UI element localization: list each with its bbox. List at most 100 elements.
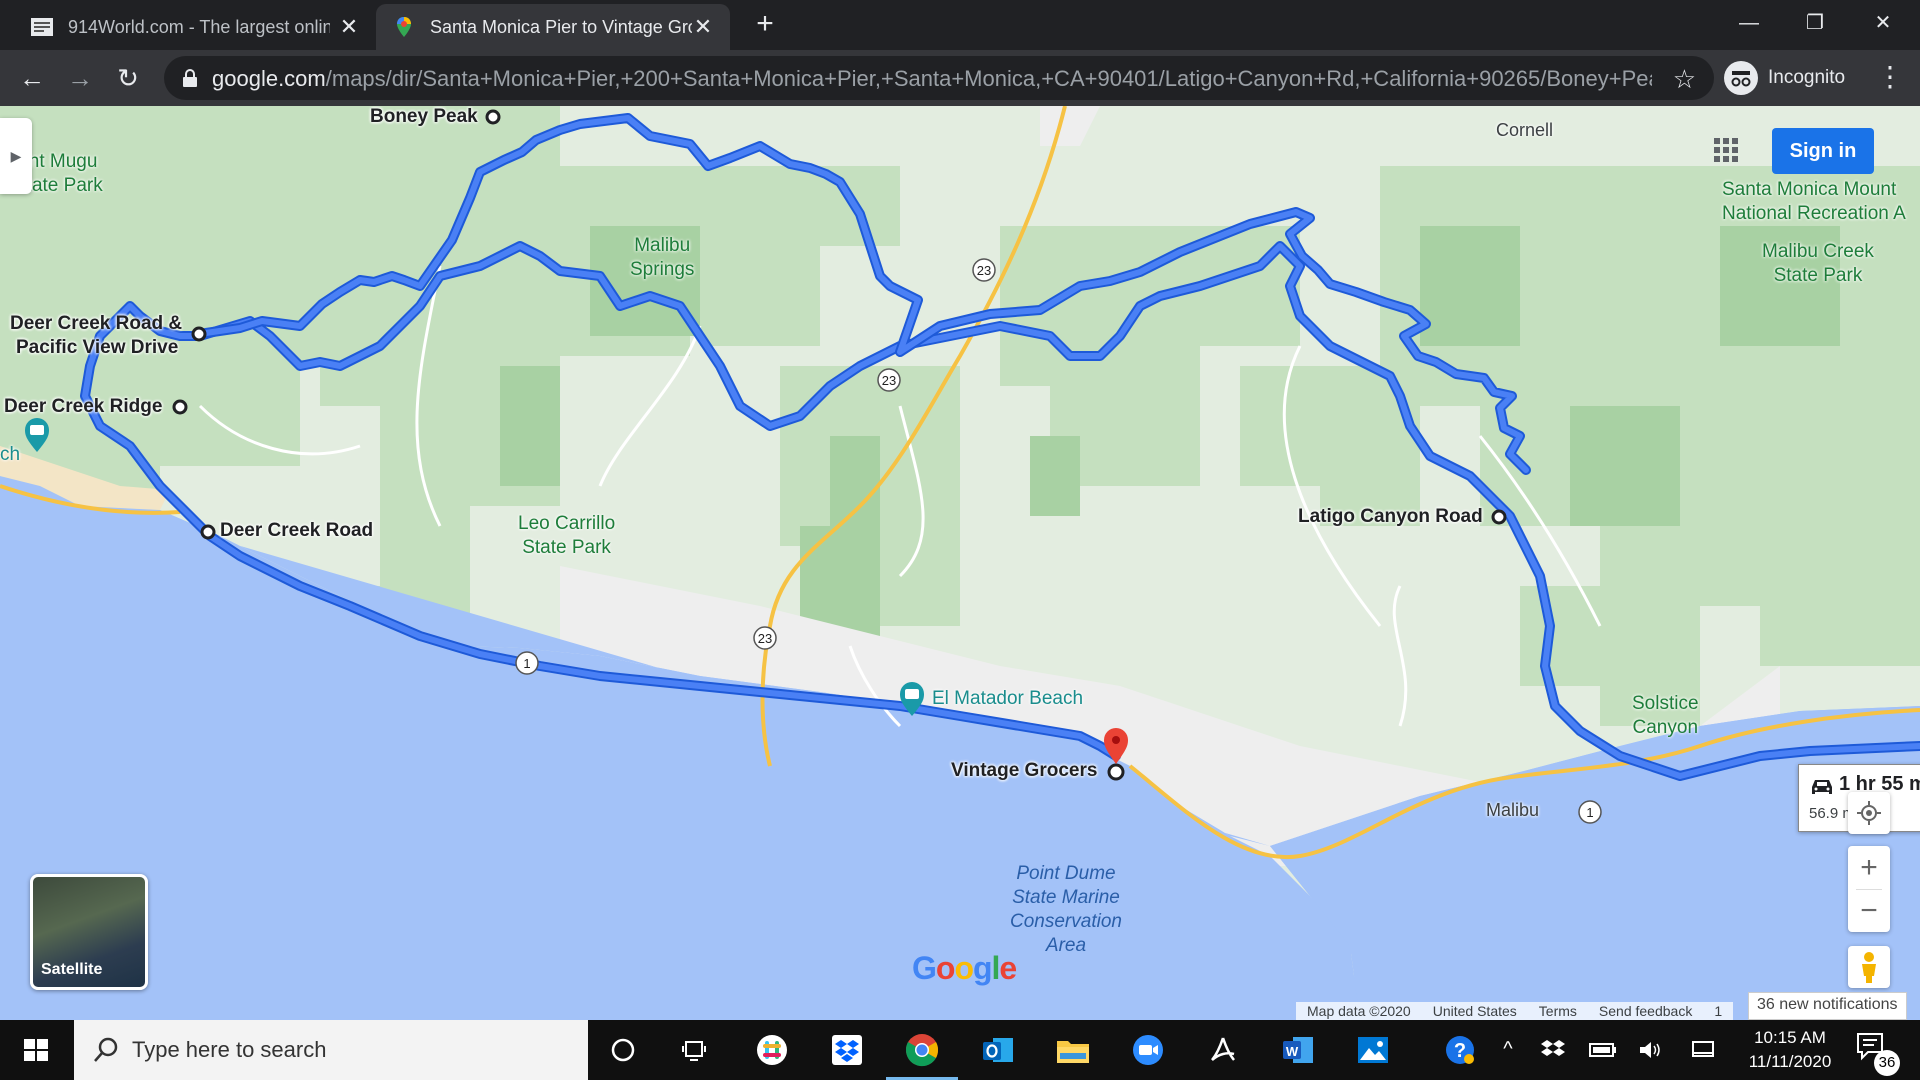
waypoint-marker[interactable] (485, 109, 501, 125)
waypoint-marker[interactable] (191, 326, 207, 342)
show-hidden-icons-chevron-icon[interactable]: ^ (1496, 1038, 1520, 1061)
park-label: Leo Carrillo State Park (518, 512, 615, 560)
url-text[interactable]: google.com/maps/dir/Santa+Monica+Pier,+2… (212, 66, 1652, 92)
map-canvas[interactable]: 23 23 23 1 1 Boney Peak Deer Creek Road … (0, 106, 1920, 1020)
waypoint-marker[interactable] (172, 399, 188, 415)
slack-icon[interactable] (752, 1030, 792, 1070)
maps-favicon-icon (397, 17, 411, 37)
camera-poi-icon[interactable] (25, 418, 49, 452)
waypoint-marker[interactable] (1491, 509, 1507, 525)
waypoint-label[interactable]: Deer Creek Road & Pacific View Drive (10, 312, 182, 360)
google-apps-icon[interactable] (1712, 136, 1740, 164)
start-button[interactable] (0, 1020, 72, 1080)
highway-1-shield-icon: 1 (1578, 800, 1602, 824)
waypoint-markers: 23 23 23 1 1 (25, 109, 1602, 824)
close-tab-icon[interactable]: ✕ (338, 16, 360, 38)
destination-pin-icon[interactable] (1104, 728, 1128, 764)
zoom-out-button[interactable]: − (1848, 889, 1890, 932)
address-bar[interactable]: google.com/maps/dir/Santa+Monica+Pier,+2… (164, 56, 1714, 100)
park-label: Santa Monica Mount National Recreation A (1722, 178, 1906, 226)
chrome-icon[interactable] (902, 1030, 942, 1070)
dropbox-icon[interactable] (827, 1030, 867, 1070)
satellite-toggle[interactable]: Satellite (30, 874, 148, 990)
satellite-label: Satellite (41, 961, 103, 978)
park-label-line: State Park (522, 537, 611, 558)
park-label-line: National Recreation A (1722, 203, 1906, 224)
shield-number: 1 (1586, 805, 1593, 820)
google-logo: Google (912, 950, 1017, 986)
notification-count-badge: 36 (1874, 1050, 1900, 1076)
new-tab-button[interactable]: + (750, 9, 780, 40)
restore-button[interactable]: ❐ (1792, 6, 1838, 40)
waypoint-marker[interactable] (1107, 763, 1125, 781)
close-tab-icon[interactable]: ✕ (692, 16, 714, 38)
bookmark-star-icon[interactable]: ☆ (1673, 64, 1696, 95)
windows-taskbar: Type here to search W ? ^ 10:15 AM 11/11… (0, 1020, 1920, 1080)
incognito-icon (1724, 61, 1758, 95)
display-icon[interactable] (1684, 1030, 1722, 1070)
water-label-line: Conservation (1010, 911, 1122, 932)
tab-strip: 914World.com - The largest onlin ✕ Santa… (0, 0, 1920, 50)
highway-23-shield-icon: 23 (877, 368, 901, 392)
system-clock[interactable]: 10:15 AM 11/11/2020 (1740, 1026, 1840, 1074)
terms-link[interactable]: Terms (1528, 1002, 1588, 1020)
waypoint-label[interactable]: Vintage Grocers (951, 760, 1097, 782)
outlook-icon[interactable] (978, 1030, 1018, 1070)
water-label-line: Area (1045, 935, 1087, 956)
acrobat-icon[interactable] (1203, 1030, 1243, 1070)
volume-icon[interactable] (1632, 1030, 1670, 1070)
waypoint-label[interactable]: Boney Peak (370, 106, 478, 128)
send-feedback-link[interactable]: Send feedback (1588, 1002, 1703, 1020)
place-label-malibu: Malibu (1486, 800, 1540, 820)
place-label-partial: ch (0, 444, 21, 465)
waypoint-label[interactable]: Deer Creek Road (220, 520, 373, 542)
highway-23-shield-icon: 23 (972, 258, 996, 282)
tab-914world[interactable]: 914World.com - The largest onlin ✕ (14, 4, 376, 50)
page-favicon-icon (31, 18, 53, 36)
my-location-button[interactable] (1848, 792, 1890, 834)
back-button[interactable]: ← (16, 62, 48, 94)
close-window-button[interactable]: ✕ (1860, 6, 1906, 40)
url-path: /maps/dir/Santa+Monica+Pier,+200+Santa+M… (325, 66, 1652, 91)
camera-poi-icon[interactable] (900, 682, 924, 716)
reload-button[interactable]: ↻ (112, 62, 144, 94)
marine-area-label: Point Dume State Marine Conservation Are… (1010, 862, 1122, 958)
highway-1-shield-icon: 1 (515, 651, 539, 675)
search-placeholder: Type here to search (132, 1037, 327, 1062)
minimize-button[interactable]: — (1726, 6, 1772, 40)
task-view-icon[interactable] (676, 1030, 716, 1070)
shield-number: 23 (977, 263, 991, 278)
forward-button[interactable]: → (64, 62, 96, 94)
file-explorer-icon[interactable] (1053, 1030, 1093, 1070)
beach-label[interactable]: El Matador Beach (932, 688, 1083, 710)
waypoint-label[interactable]: Deer Creek Ridge (4, 396, 162, 418)
waypoint-marker[interactable] (200, 524, 216, 540)
sign-in-button[interactable]: Sign in (1772, 128, 1874, 174)
cortana-icon[interactable] (603, 1030, 643, 1070)
taskbar-search-box[interactable]: Type here to search (74, 1020, 588, 1080)
svg-text:W: W (1286, 1044, 1299, 1059)
waypoint-label[interactable]: Latigo Canyon Road (1298, 506, 1483, 528)
side-panel-toggle[interactable]: ▶ (0, 118, 32, 194)
tab-google-maps[interactable]: Santa Monica Pier to Vintage Gro ✕ (376, 4, 730, 50)
search-icon (94, 1037, 118, 1062)
park-label-line: Leo Carrillo (518, 513, 616, 534)
park-label-line: Solstice (1632, 693, 1699, 714)
zoom-in-button[interactable]: + (1848, 846, 1890, 889)
region-link[interactable]: United States (1422, 1002, 1528, 1020)
tab-title: 914World.com - The largest onlin (68, 16, 330, 37)
park-label-line: Santa Monica Mount (1722, 179, 1897, 200)
shield-number: 1 (523, 656, 530, 671)
browser-toolbar: ← → ↻ google.com/maps/dir/Santa+Monica+P… (0, 50, 1920, 106)
help-icon[interactable]: ? (1440, 1030, 1480, 1070)
photos-icon[interactable] (1353, 1030, 1393, 1070)
word-icon[interactable]: W (1278, 1030, 1318, 1070)
browser-menu-icon[interactable]: ⋮ (1876, 62, 1904, 92)
street-view-pegman[interactable] (1848, 946, 1890, 988)
battery-icon[interactable] (1584, 1030, 1622, 1070)
incognito-indicator[interactable]: Incognito (1724, 58, 1845, 98)
dropbox-tray-icon[interactable] (1534, 1030, 1572, 1070)
zoom-app-icon[interactable] (1128, 1030, 1168, 1070)
highway-23-shield-icon: 23 (753, 626, 777, 650)
map-data-credit: Map data ©2020 (1307, 1003, 1411, 1019)
